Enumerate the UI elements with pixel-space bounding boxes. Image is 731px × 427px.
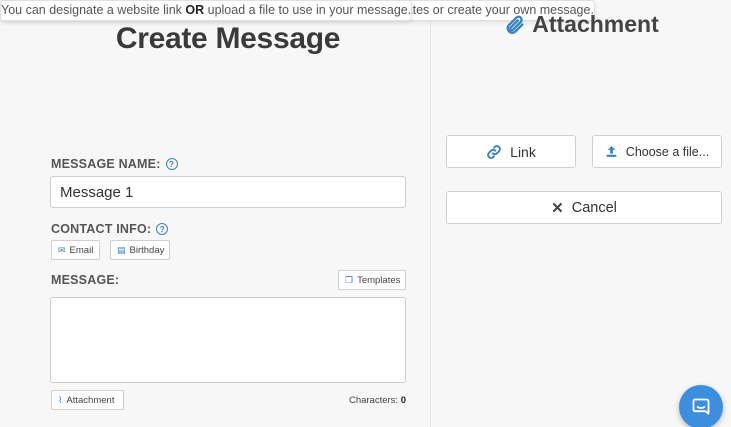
chip-email-label: Email bbox=[69, 244, 94, 256]
message-label: MESSAGE: bbox=[51, 273, 120, 287]
attachment-title: Attachment bbox=[532, 11, 659, 37]
message-name-input[interactable] bbox=[50, 176, 406, 208]
help-icon[interactable]: ? bbox=[165, 158, 178, 170]
paperclip-icon: ⌇ bbox=[58, 394, 63, 405]
contact-info-label-row: CONTACT INFO: ? bbox=[51, 222, 169, 236]
templates-button-label: Templates bbox=[357, 274, 401, 286]
help-icon[interactable]: ? bbox=[156, 223, 169, 235]
cancel-button[interactable]: ✕ Cancel bbox=[446, 191, 722, 224]
chat-launcher-button[interactable] bbox=[679, 385, 723, 427]
chat-icon bbox=[692, 398, 710, 415]
attachment-info-card: You can designate a website link OR uplo… bbox=[0, 0, 413, 21]
attachment-info-prefix: You can designate a website link bbox=[1, 3, 186, 17]
attachment-button[interactable]: ⌇ Attachment bbox=[51, 390, 124, 410]
attachment-info-or: OR bbox=[185, 3, 205, 17]
cake-icon: ▤ bbox=[117, 244, 126, 255]
characters-count: 0 bbox=[400, 395, 406, 406]
close-icon: ✕ bbox=[551, 199, 564, 217]
message-label-row: MESSAGE: bbox=[51, 273, 119, 287]
upload-icon bbox=[606, 146, 617, 157]
character-counter: Characters: 0 bbox=[349, 395, 406, 406]
chip-birthday[interactable]: ▤ Birthday bbox=[110, 240, 170, 260]
link-button-label: Link bbox=[510, 143, 536, 160]
envelope-icon: ✉ bbox=[58, 244, 66, 255]
message-name-label-row: MESSAGE NAME: ? bbox=[51, 157, 178, 171]
contact-info-label: CONTACT INFO: bbox=[51, 222, 152, 236]
choose-file-button[interactable]: Choose a file... bbox=[592, 135, 722, 168]
chip-birthday-label: Birthday bbox=[129, 244, 165, 256]
message-textarea[interactable] bbox=[50, 297, 406, 383]
copy-icon: ❐ bbox=[345, 274, 354, 285]
choose-file-label: Choose a file... bbox=[625, 144, 710, 159]
attachment-info-suffix: upload a file to use in your message. bbox=[204, 3, 412, 17]
message-name-label: MESSAGE NAME: bbox=[51, 157, 161, 171]
attachment-heading: Attachment bbox=[432, 11, 731, 38]
link-icon bbox=[487, 144, 502, 159]
cancel-button-label: Cancel bbox=[571, 199, 617, 216]
attachment-button-label: Attachment bbox=[66, 394, 115, 406]
templates-button[interactable]: ❐ Templates bbox=[338, 270, 406, 290]
chip-email[interactable]: ✉ Email bbox=[51, 240, 100, 260]
link-button[interactable]: Link bbox=[446, 135, 576, 168]
characters-label: Characters: bbox=[348, 395, 399, 406]
page-title: Create Message bbox=[115, 22, 341, 55]
paperclip-icon bbox=[506, 15, 524, 34]
